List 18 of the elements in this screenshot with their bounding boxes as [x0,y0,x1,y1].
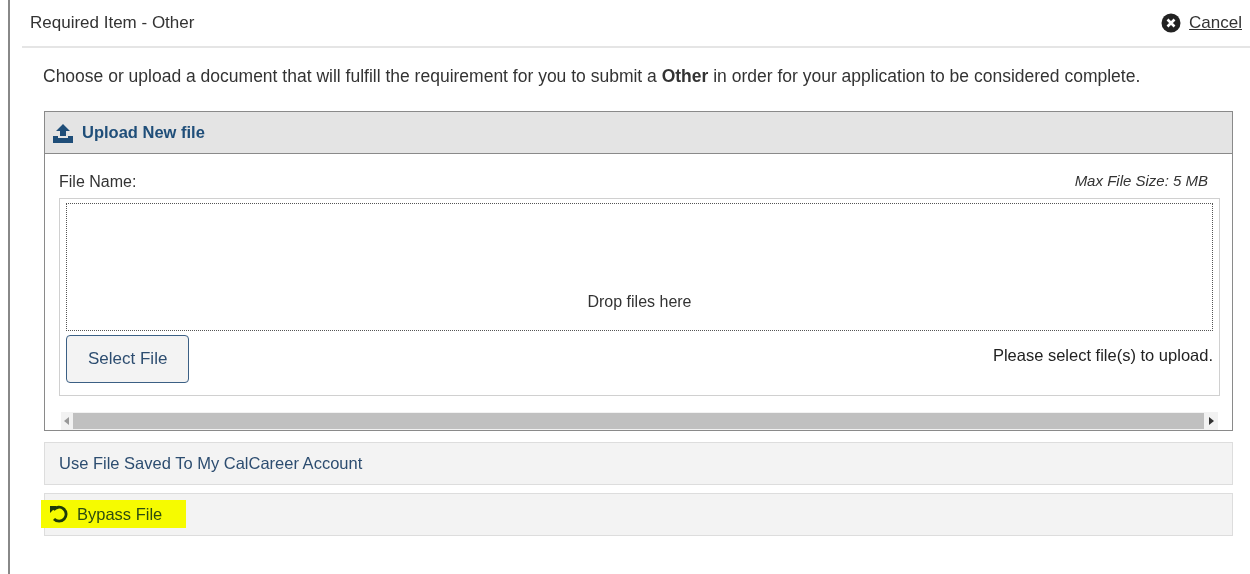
close-icon[interactable] [1161,13,1182,33]
upload-icon [52,122,74,143]
drop-zone[interactable]: Drop files here [66,203,1213,331]
option-label: Bypass File [77,503,163,525]
field-label: File Name: [59,172,137,192]
panel-title: Required Item - Other [30,12,195,35]
status-text: Please select file(s) to upload. [992,345,1213,366]
cancel-link[interactable]: Cancel [1189,10,1242,36]
select-file-button[interactable]: Select File [66,335,190,383]
option-row[interactable]: Use File Saved To My CalCareer Account [44,441,1233,485]
drop-hint: Drop files here [587,292,692,312]
option-row[interactable]: Bypass File [44,492,1233,536]
panel-heading[interactable]: Upload New file [82,120,205,145]
undo-icon [49,504,69,524]
scrollbar[interactable] [61,411,1218,430]
max-size-text: Max File Size: 5 MB [1074,171,1208,191]
instruction-text: Choose or upload a document that will fulfill the requirement for you to submit a Other in order for your application to be considered complete. [43,65,1142,88]
option-label: Use File Saved To My CalCareer Account [59,452,363,474]
